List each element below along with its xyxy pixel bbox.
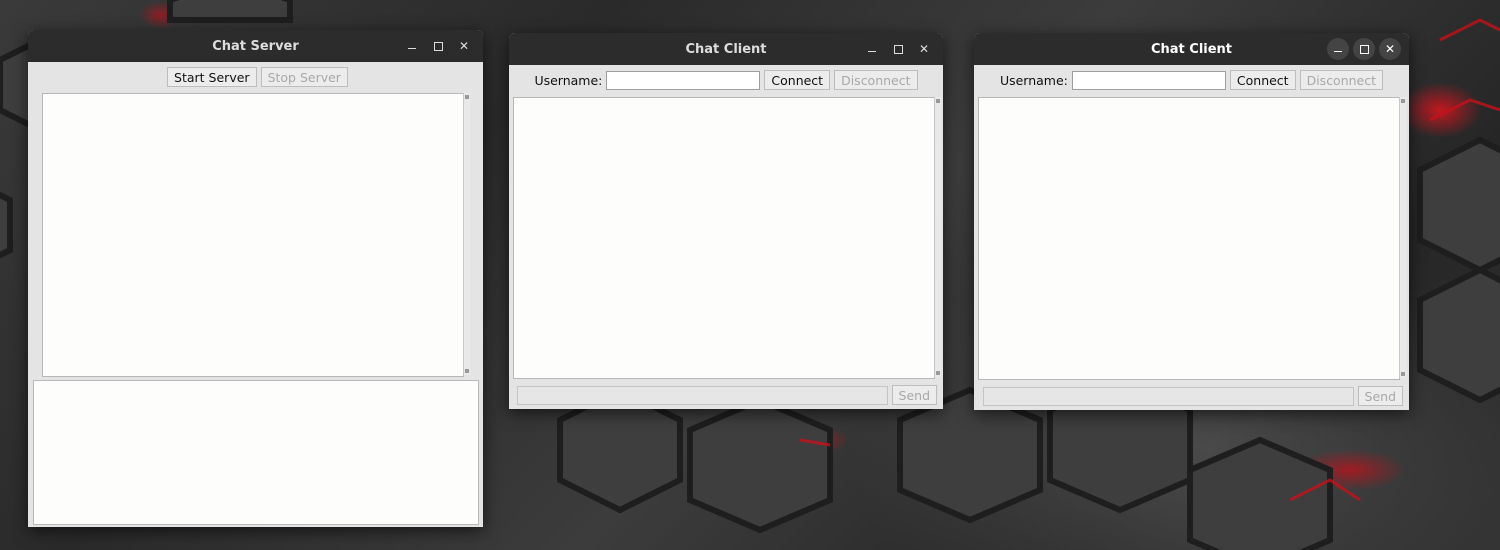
maximize-icon[interactable] [427, 35, 449, 57]
server-log-area[interactable] [42, 93, 464, 377]
client2-message-input[interactable] [983, 386, 1354, 406]
stop-server-button[interactable]: Stop Server [260, 67, 348, 87]
client2-send-button[interactable]: Send [1357, 386, 1403, 406]
minimize-icon[interactable] [401, 35, 423, 57]
client1-window-controls: ✕ [861, 33, 935, 65]
client1-titlebar[interactable]: Chat Client ✕ [509, 33, 943, 65]
client1-send-button[interactable]: Send [891, 385, 937, 405]
client2-username-input[interactable] [1071, 70, 1226, 90]
client1-username-input[interactable] [606, 70, 761, 90]
server-log-scrollbar[interactable] [463, 93, 470, 375]
client2-send-row: Send [983, 386, 1403, 406]
maximize-icon[interactable] [1353, 38, 1375, 60]
server-window-title: Chat Server [212, 38, 299, 54]
maximize-icon[interactable] [887, 38, 909, 60]
client2-chat-area[interactable] [978, 97, 1400, 380]
client1-window-title: Chat Client [685, 41, 767, 57]
client2-window-title: Chat Client [1150, 41, 1233, 57]
chat-client-window-2: Chat Client ✕ Username: Connect Disconne… [974, 33, 1409, 410]
server-window-controls: ✕ [401, 30, 475, 62]
close-icon[interactable]: ✕ [913, 38, 935, 60]
client2-toolbar: Username: Connect Disconnect [974, 65, 1409, 95]
server-status-area[interactable] [33, 380, 479, 525]
server-titlebar[interactable]: Chat Server ✕ [28, 30, 483, 62]
client2-chat-scrollbar[interactable] [1399, 97, 1406, 378]
client2-connect-button[interactable]: Connect [1229, 70, 1296, 90]
chat-client-window-1: Chat Client ✕ Username: Connect Disconne… [509, 33, 943, 409]
server-toolbar: Start Server Stop Server [28, 62, 483, 92]
client2-username-label: Username: [999, 72, 1068, 88]
client1-chat-scrollbar[interactable] [934, 97, 941, 377]
client1-username-label: Username: [534, 72, 603, 88]
client1-send-row: Send [517, 385, 937, 405]
start-server-button[interactable]: Start Server [167, 67, 257, 87]
client1-disconnect-button[interactable]: Disconnect [834, 70, 918, 90]
client1-message-input[interactable] [517, 385, 888, 405]
chat-server-window: Chat Server ✕ Start Server Stop Server [28, 30, 483, 527]
minimize-icon[interactable] [1327, 38, 1349, 60]
client1-connect-button[interactable]: Connect [764, 70, 831, 90]
close-icon[interactable]: ✕ [1379, 38, 1401, 60]
client2-disconnect-button[interactable]: Disconnect [1299, 70, 1384, 90]
minimize-icon[interactable] [861, 38, 883, 60]
client2-window-controls: ✕ [1327, 33, 1401, 65]
client1-chat-area[interactable] [513, 97, 935, 379]
client1-toolbar: Username: Connect Disconnect [509, 65, 943, 95]
client2-titlebar[interactable]: Chat Client ✕ [974, 33, 1409, 65]
close-icon[interactable]: ✕ [453, 35, 475, 57]
